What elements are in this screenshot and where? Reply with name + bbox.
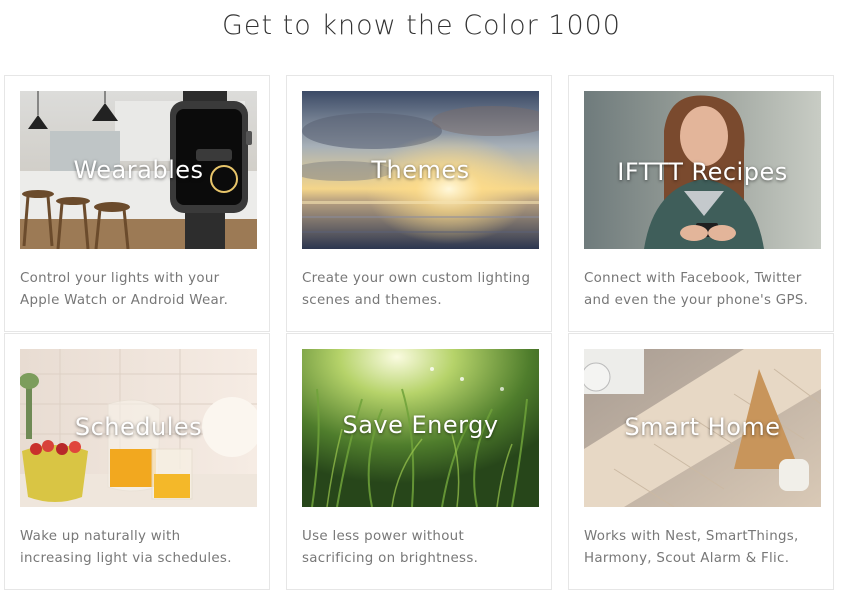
description-line: Control your lights with your	[20, 271, 220, 286]
feature-card-wearables[interactable]: Wearables Control your lights with your …	[4, 75, 270, 332]
themes-image[interactable]: Themes	[302, 91, 539, 249]
schedules-description: Wake up naturally with increasing light …	[20, 526, 260, 570]
schedules-title: Schedules	[74, 413, 203, 441]
description-line: Apple Watch or Android Wear.	[20, 293, 229, 308]
schedules-image[interactable]: Schedules	[20, 349, 257, 507]
feature-card-save-energy[interactable]: Save Energy Use less power without sacri…	[286, 333, 552, 590]
ifttt-image[interactable]: IFTTT Recipes	[584, 91, 821, 249]
smart-home-image[interactable]: Smart Home	[584, 349, 821, 507]
description-line: and even the your phone's GPS.	[584, 293, 809, 308]
description-line: sacrificing on brightness.	[302, 551, 479, 566]
feature-card-smart-home[interactable]: Smart Home Works with Nest, SmartThings,…	[568, 333, 834, 590]
description-line: Works with Nest, SmartThings,	[584, 529, 799, 544]
ifttt-description: Connect with Facebook, Twitter and even …	[584, 268, 824, 312]
feature-card-ifttt[interactable]: IFTTT Recipes Connect with Facebook, Twi…	[568, 75, 834, 332]
save-energy-description: Use less power without sacrificing on br…	[302, 526, 542, 570]
save-energy-image[interactable]: Save Energy	[302, 349, 539, 507]
description-line: Wake up naturally with	[20, 529, 181, 544]
description-line: Connect with Facebook, Twitter	[584, 271, 802, 286]
page-title: Get to know the Color 1000	[221, 10, 621, 41]
description-line: increasing light via schedules.	[20, 551, 232, 566]
description-line: Use less power without	[302, 529, 465, 544]
feature-card-themes[interactable]: Themes Create your own custom lighting s…	[286, 75, 552, 332]
themes-title: Themes	[371, 156, 470, 184]
smart-home-description: Works with Nest, SmartThings, Harmony, S…	[584, 526, 824, 570]
wearables-description: Control your lights with your Apple Watc…	[20, 268, 260, 312]
description-line: Harmony, Scout Alarm & Flic.	[584, 551, 790, 566]
ifttt-title: IFTTT Recipes	[617, 158, 788, 186]
smart-home-title: Smart Home	[624, 413, 781, 441]
wearables-image[interactable]: Wearables	[20, 91, 257, 249]
themes-description: Create your own custom lighting scenes a…	[302, 268, 542, 312]
save-energy-title: Save Energy	[342, 411, 499, 439]
wearables-title: Wearables	[73, 156, 204, 184]
description-line: scenes and themes.	[302, 293, 442, 308]
description-line: Create your own custom lighting	[302, 271, 531, 286]
feature-card-schedules[interactable]: Schedules Wake up naturally with increas…	[4, 333, 270, 590]
